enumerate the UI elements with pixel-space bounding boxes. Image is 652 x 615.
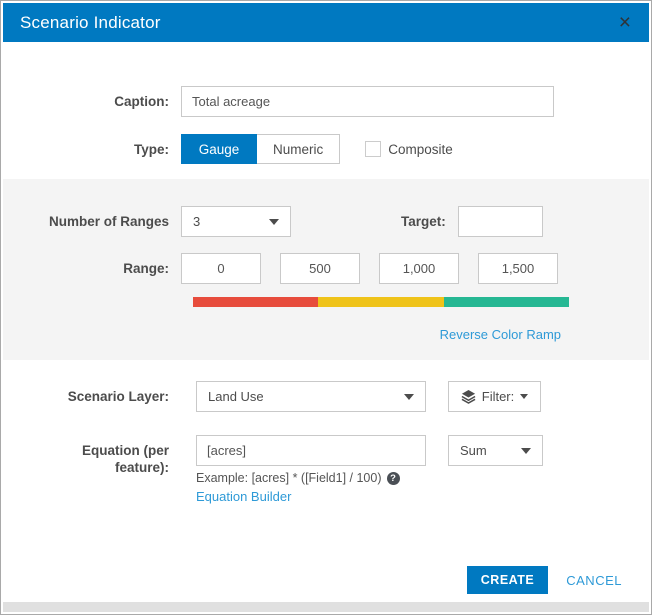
type-toggle: Gauge Numeric — [181, 134, 341, 164]
help-icon[interactable]: ? — [386, 471, 400, 485]
range-input-3[interactable] — [379, 253, 459, 284]
range-input-2[interactable] — [280, 253, 360, 284]
equation-row: Equation (per feature): Sum Example: [ac… — [3, 435, 649, 504]
scenario-layer-row: Scenario Layer: Land Use Filter: — [3, 381, 649, 412]
reverse-color-ramp-link[interactable]: Reverse Color Ramp — [440, 327, 561, 342]
close-icon[interactable]: × — [619, 12, 631, 33]
chevron-down-icon — [269, 218, 279, 225]
dialog-title: Scenario Indicator — [20, 12, 161, 32]
equation-label: Equation (per feature): — [82, 443, 169, 475]
equation-example-line: Example: [acres] * ([Field1] / 100) ? — [196, 471, 543, 485]
range-input-1[interactable] — [181, 253, 261, 284]
color-ramp-wrap: Reverse Color Ramp — [193, 297, 569, 342]
filter-button[interactable]: Filter: — [448, 381, 541, 412]
aggregation-value: Sum — [460, 443, 487, 458]
create-button[interactable]: CREATE — [466, 566, 549, 594]
chevron-down-icon — [520, 394, 529, 399]
type-numeric-button[interactable]: Numeric — [257, 134, 341, 164]
bottom-strip — [3, 602, 649, 612]
number-of-ranges-row: Number of Ranges 3 Target: — [3, 206, 649, 237]
color-ramp — [193, 297, 569, 307]
ramp-segment-green — [443, 297, 569, 307]
composite-checkbox[interactable] — [365, 141, 382, 157]
reverse-row: Reverse Color Ramp — [193, 327, 569, 342]
target-label: Target: — [401, 214, 446, 229]
type-row: Type: Gauge Numeric Composite — [3, 134, 649, 164]
scenario-indicator-dialog: Scenario Indicator × Caption: Type: Gaug… — [0, 0, 652, 615]
scenario-layer-select[interactable]: Land Use — [196, 381, 426, 412]
equation-input[interactable] — [196, 435, 426, 466]
equation-builder-link[interactable]: Equation Builder — [196, 489, 291, 504]
caption-input[interactable] — [181, 86, 554, 117]
cancel-button[interactable]: CANCEL — [566, 573, 622, 588]
dialog-footer: CREATE CANCEL — [3, 566, 649, 594]
range-input-4[interactable] — [478, 253, 558, 284]
type-gauge-button[interactable]: Gauge — [181, 134, 257, 164]
composite-label: Composite — [388, 141, 453, 157]
range-label: Range: — [123, 261, 169, 276]
caption-row: Caption: — [3, 86, 649, 117]
dialog-header: Scenario Indicator × — [3, 3, 649, 42]
ramp-segment-yellow — [318, 297, 444, 307]
number-of-ranges-label: Number of Ranges — [48, 214, 169, 229]
scenario-layer-value: Land Use — [208, 389, 264, 404]
target-input[interactable] — [457, 206, 543, 237]
number-of-ranges-value: 3 — [193, 214, 201, 229]
caption-label: Caption: — [114, 94, 169, 109]
type-label: Type: — [133, 141, 169, 157]
range-row: Range: — [3, 253, 649, 284]
ranges-section: Number of Ranges 3 Target: Range: Revers… — [3, 179, 649, 360]
filter-label: Filter: — [481, 389, 515, 404]
number-of-ranges-select[interactable]: 3 — [181, 206, 291, 237]
equation-example-text: Example: [acres] * ([Field1] / 100) — [196, 471, 382, 485]
aggregation-select[interactable]: Sum — [448, 435, 543, 466]
layers-icon — [461, 389, 476, 404]
scenario-layer-label: Scenario Layer: — [67, 389, 169, 404]
ramp-segment-red — [193, 297, 319, 307]
equation-fields: Sum Example: [acres] * ([Field1] / 100) … — [196, 435, 543, 504]
chevron-down-icon — [521, 447, 531, 454]
chevron-down-icon — [404, 393, 414, 400]
